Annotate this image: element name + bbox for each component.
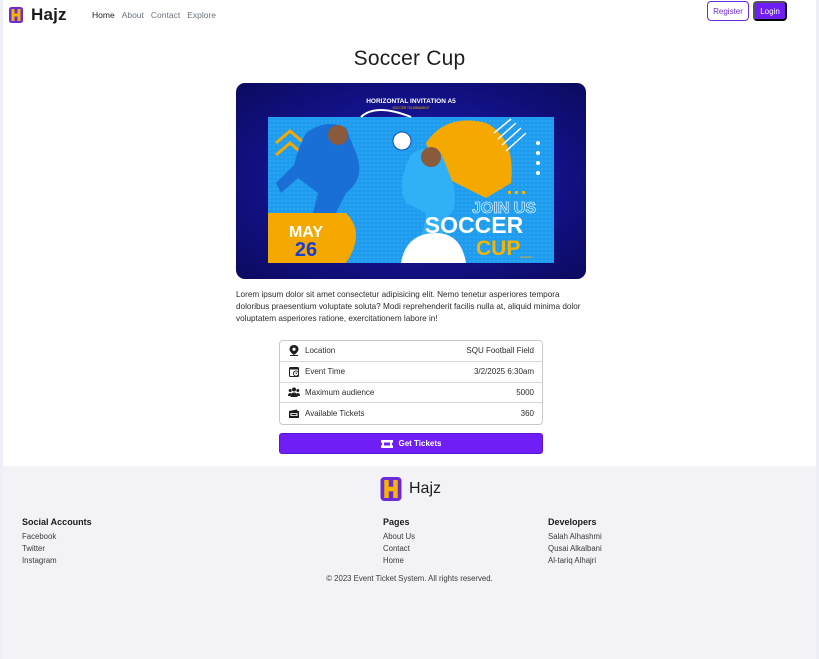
event-description: Lorem ipsum dolor sit amet consectetur a… (236, 290, 581, 324)
nav-link-about[interactable]: About (122, 10, 144, 20)
footer-pages-heading: Pages (383, 517, 410, 527)
poster-day: 26 (295, 239, 317, 261)
navbar: Hajz Home About Contact Explore Register… (0, 0, 819, 30)
get-tickets-button[interactable]: Get Tickets (279, 433, 543, 454)
register-button[interactable]: Register (707, 1, 749, 21)
footer-brand-name: Hajz (409, 480, 442, 497)
tickets-icon (288, 408, 300, 420)
ticket-icon (380, 439, 393, 448)
poster-header: HORIZONTAL INVITATION A5 (366, 98, 456, 105)
login-button[interactable]: Login (753, 1, 787, 21)
brand-name: Hajz (31, 5, 67, 24)
page-title: Soccer Cup (353, 47, 466, 70)
poster-subheader: SOCCER TOURNAMENT (393, 106, 430, 110)
footer-link-facebook[interactable]: Facebook (22, 531, 92, 543)
developer-name: Al-tariq Alhajri (548, 556, 597, 565)
detail-row-maximum-audience: Maximum audience 5000 (280, 383, 542, 404)
footer-developers-column: Developers Salah Alhashmi Qusai Alkalban… (548, 517, 602, 567)
detail-label: Event Time (305, 367, 346, 377)
detail-row-available-tickets: Available Tickets 360 (280, 403, 542, 424)
copyright-text: © 2023 Event Ticket System. All rights r… (326, 574, 493, 583)
nav-link-contact[interactable]: Contact (151, 10, 180, 20)
detail-label: Location (305, 346, 336, 356)
footer-pages-column: Pages About Us Contact Home (383, 517, 415, 567)
detail-value: 5000 (516, 387, 534, 397)
nav-links: Home About Contact Explore (92, 10, 216, 20)
brand-home-link[interactable]: Hajz (9, 5, 67, 25)
location-icon (288, 345, 300, 357)
developer-name: Qusai Alkalbani (548, 544, 602, 553)
poster-artwork: HORIZONTAL INVITATION A5 SOCCER TOURNAME… (268, 98, 554, 263)
footer-link-about-us[interactable]: About Us (383, 531, 415, 543)
calendar-clock-icon (288, 366, 300, 378)
detail-label: Maximum audience (305, 387, 375, 397)
footer: Hajz Social Accounts Facebook Twitter In… (3, 466, 816, 659)
detail-value: 3/2/2025 6:30am (473, 367, 534, 377)
audience-icon (288, 386, 300, 398)
detail-row-event-time: Event Time 3/2/2025 6:30am (280, 362, 542, 383)
footer-brand: Hajz (380, 477, 441, 501)
footer-link-instagram[interactable]: Instagram (22, 555, 92, 567)
hajz-logo-icon (9, 7, 23, 23)
poster-line2: CUP_ (476, 237, 532, 260)
developer-name: Salah Alhashmi (548, 532, 602, 541)
hajz-logo-icon (380, 477, 402, 501)
detail-label: Available Tickets (305, 409, 365, 419)
nav-link-home[interactable]: Home (92, 10, 115, 20)
footer-link-contact[interactable]: Contact (383, 543, 415, 555)
nav-link-explore[interactable]: Explore (187, 10, 216, 20)
footer-link-twitter[interactable]: Twitter (22, 543, 92, 555)
detail-value: SQU Football Field (466, 346, 534, 356)
event-details-list: Location SQU Football Field Event Time 3… (279, 340, 543, 425)
event-poster-image: HORIZONTAL INVITATION A5 SOCCER TOURNAME… (236, 83, 586, 279)
get-tickets-label: Get Tickets (398, 439, 442, 448)
footer-link-home[interactable]: Home (383, 555, 415, 567)
footer-developers-heading: Developers (548, 517, 597, 527)
detail-row-location: Location SQU Football Field (280, 341, 542, 362)
footer-social-column: Social Accounts Facebook Twitter Instagr… (22, 517, 92, 567)
poster-line1: SOCCER (425, 212, 524, 238)
footer-social-heading: Social Accounts (22, 517, 92, 527)
detail-value: 360 (520, 409, 534, 419)
